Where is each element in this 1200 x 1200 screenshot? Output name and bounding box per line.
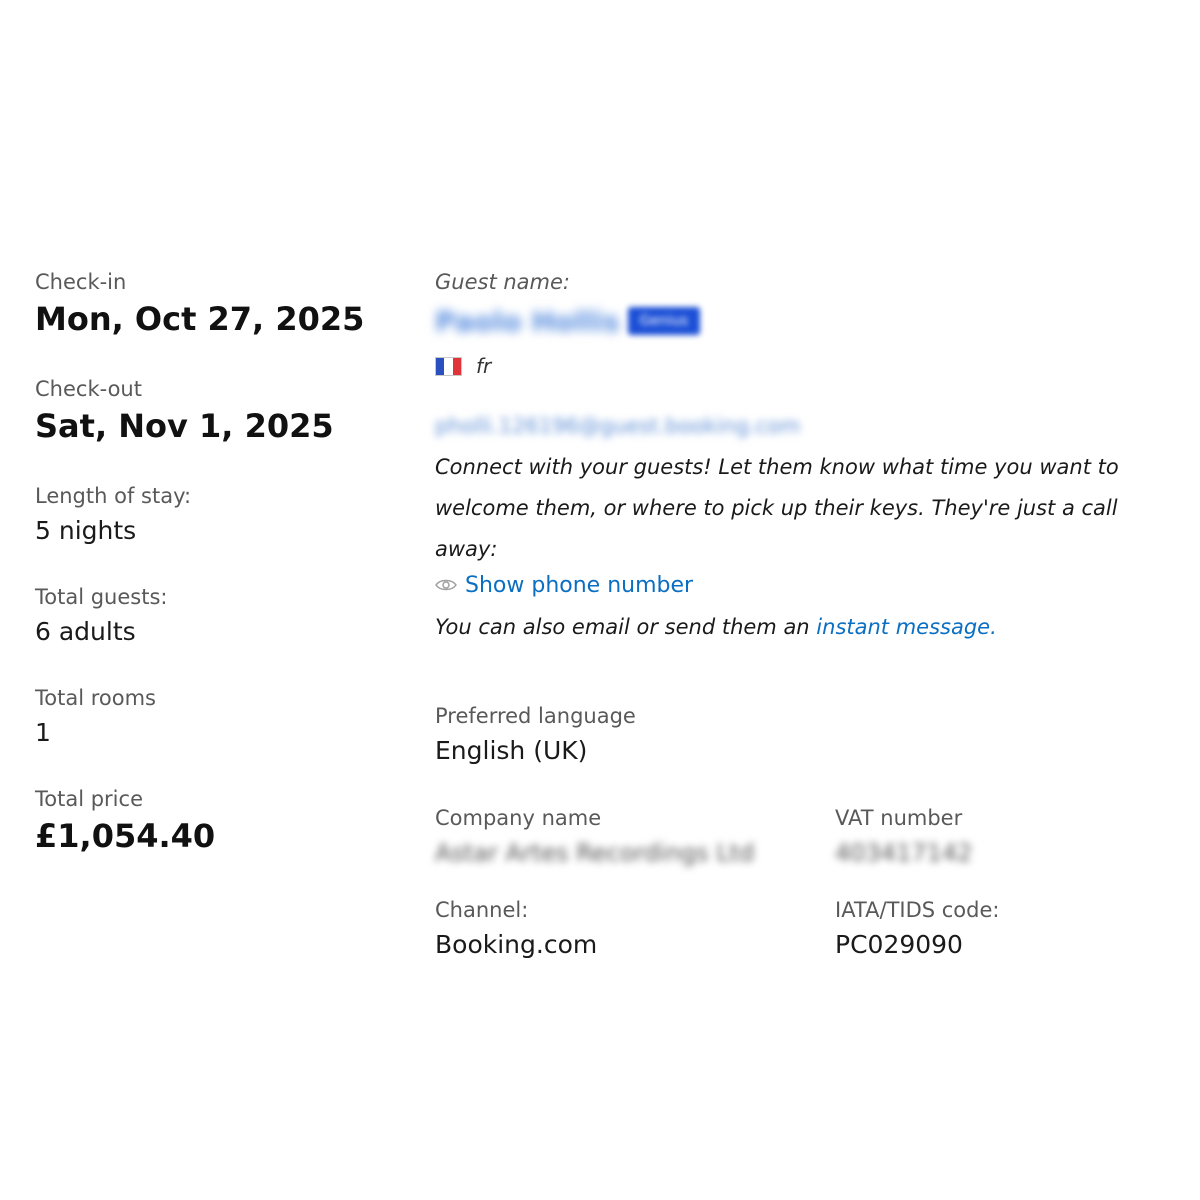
guests-block: Total guests: 6 adults <box>35 583 395 684</box>
eye-icon <box>435 579 457 591</box>
also-contact-text: You can also email or send them an insta… <box>435 610 1175 644</box>
length-label: Length of stay: <box>35 484 192 508</box>
stay-summary: Check-in Mon, Oct 27, 2025 Check-out Sat… <box>35 268 395 886</box>
checkout-block: Check-out Sat, Nov 1, 2025 <box>35 375 395 482</box>
company-row: Company name Astar Artes Recordings Ltd … <box>435 804 1175 870</box>
price-block: Total price £1,054.40 <box>35 785 395 886</box>
rooms-label: Total rooms <box>35 686 156 710</box>
channel-value: Booking.com <box>435 930 598 959</box>
iata-block: IATA/TIDS code: PC029090 <box>835 896 1165 962</box>
checkout-label: Check-out <box>35 377 142 401</box>
price-label: Total price <box>35 787 143 811</box>
guest-language-row: fr <box>435 351 1175 381</box>
preferred-language-value: English (UK) <box>435 736 588 765</box>
vat-label: VAT number <box>835 806 963 830</box>
channel-block: Channel: Booking.com <box>435 896 835 962</box>
company-block: Company name Astar Artes Recordings Ltd <box>435 804 835 870</box>
rooms-value: 1 <box>35 718 51 747</box>
guest-details: Guest name: Paolo Hollis Genius fr pholl… <box>435 268 1175 962</box>
company-label: Company name <box>435 806 602 830</box>
company-value: Astar Artes Recordings Ltd <box>435 839 755 867</box>
length-block: Length of stay: 5 nights <box>35 482 395 583</box>
vat-block: VAT number 403417142 <box>835 804 1165 870</box>
channel-label: Channel: <box>435 898 529 922</box>
guests-label: Total guests: <box>35 585 168 609</box>
show-phone-number-link[interactable]: Show phone number <box>465 573 693 598</box>
iata-label: IATA/TIDS code: <box>835 898 1000 922</box>
guest-name-row: Paolo Hollis Genius <box>435 299 1175 343</box>
guest-name[interactable]: Paolo Hollis <box>435 305 620 338</box>
reservation-details: Check-in Mon, Oct 27, 2025 Check-out Sat… <box>0 0 1200 1200</box>
checkin-date: Mon, Oct 27, 2025 <box>35 300 365 338</box>
length-value: 5 nights <box>35 516 137 545</box>
guest-email-link[interactable]: pholli.126196@guest.booking.com <box>435 409 1175 443</box>
also-text-end: . <box>990 615 997 639</box>
guest-name-label: Guest name: <box>435 270 570 294</box>
checkin-label: Check-in <box>35 270 127 294</box>
genius-badge: Genius <box>627 307 701 335</box>
preferred-language-label: Preferred language <box>435 704 636 728</box>
show-phone-row[interactable]: Show phone number <box>435 568 1175 602</box>
vat-value: 403417142 <box>835 839 973 867</box>
rooms-block: Total rooms 1 <box>35 684 395 785</box>
connect-text: Connect with your guests! Let them know … <box>435 455 1119 561</box>
language-code: fr <box>476 354 492 378</box>
preferred-language-block: Preferred language English (UK) <box>435 702 1175 768</box>
guests-value: 6 adults <box>35 617 136 646</box>
also-text: You can also email or send them an <box>435 615 817 639</box>
channel-row: Channel: Booking.com IATA/TIDS code: PC0… <box>435 896 1175 962</box>
price-value: £1,054.40 <box>35 817 216 855</box>
checkin-block: Check-in Mon, Oct 27, 2025 <box>35 268 395 375</box>
checkout-date: Sat, Nov 1, 2025 <box>35 407 334 445</box>
instant-message-link[interactable]: instant message <box>816 615 990 639</box>
flag-france-icon <box>435 356 462 376</box>
iata-value: PC029090 <box>835 930 963 959</box>
